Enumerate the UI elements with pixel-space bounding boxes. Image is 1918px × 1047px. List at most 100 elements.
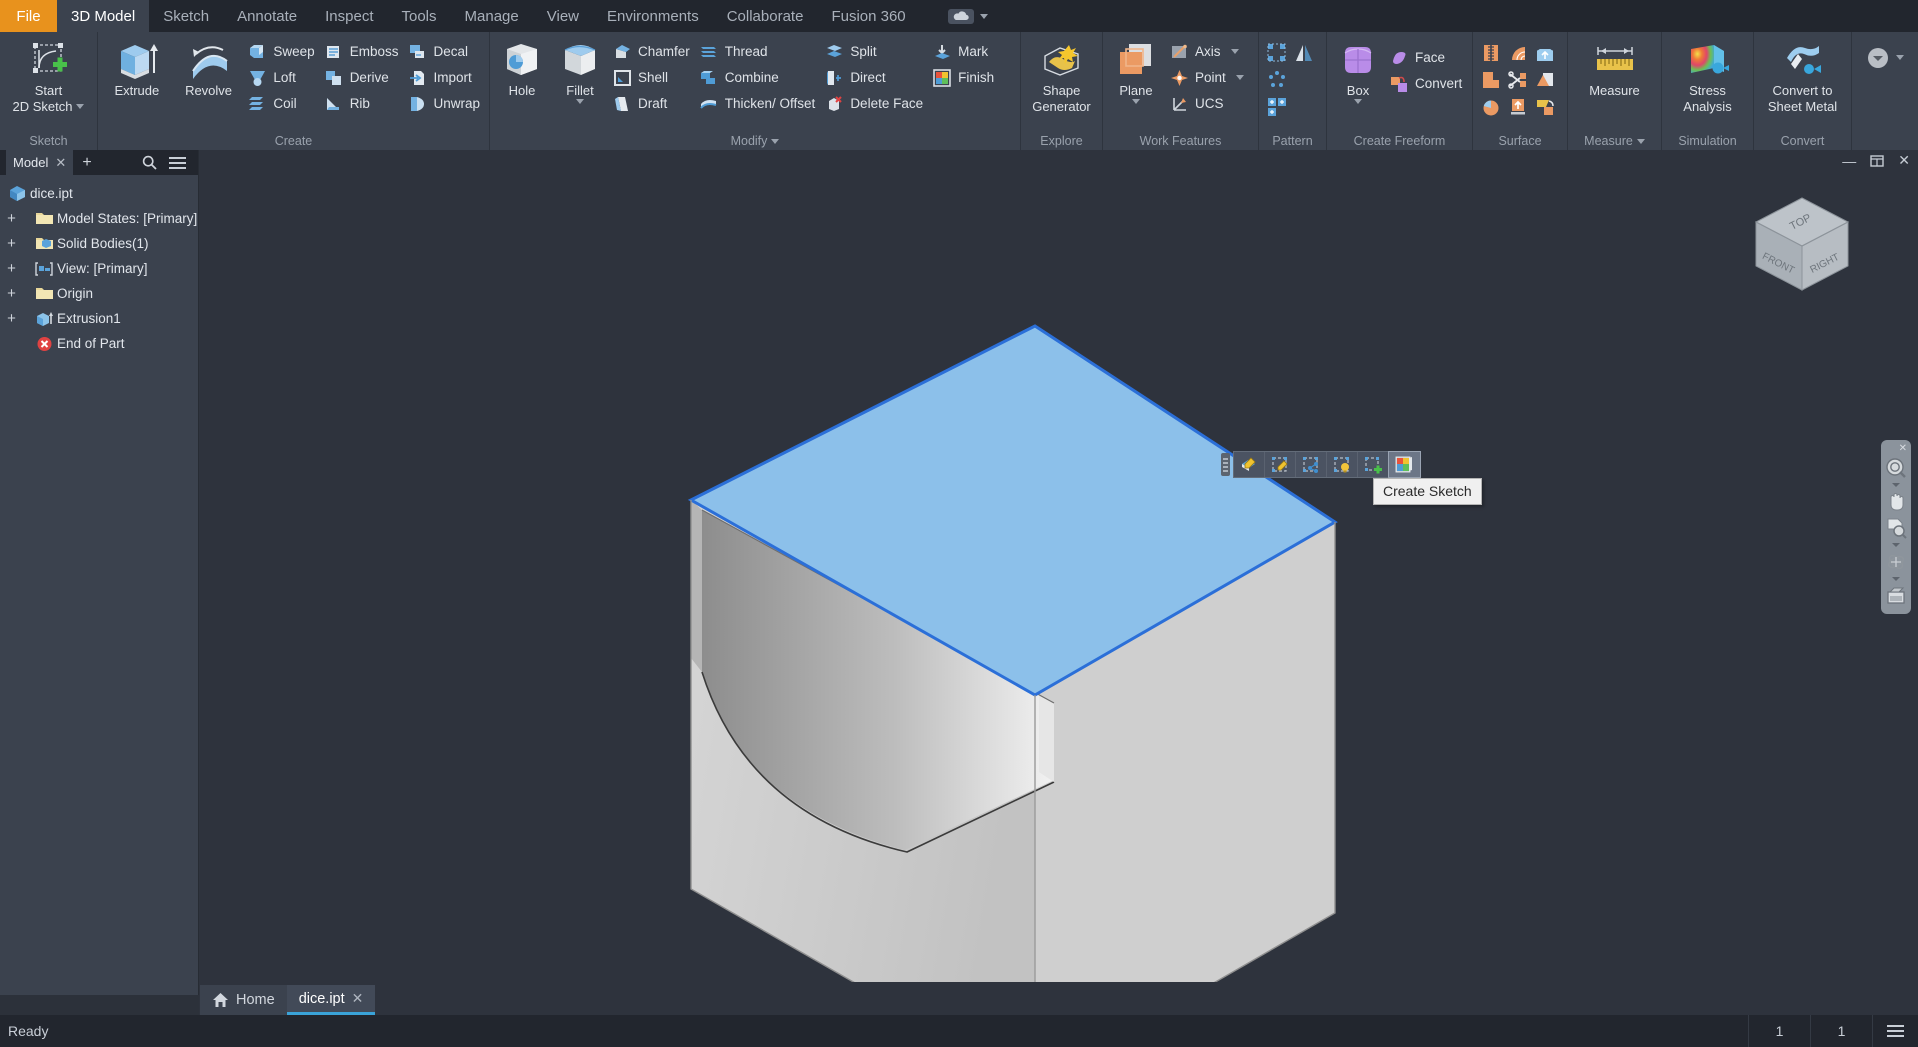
chevron-down-icon[interactable]	[1892, 543, 1900, 547]
thicken-offset-button[interactable]: Thicken/ Offset	[696, 91, 822, 116]
sweep-button[interactable]: Sweep	[244, 39, 320, 64]
orbit-icon[interactable]	[1883, 550, 1909, 574]
create-sketch-icon[interactable]	[1358, 452, 1389, 477]
split-button[interactable]: Split	[821, 39, 929, 64]
expander-icon[interactable]: +	[4, 210, 19, 227]
combine-button[interactable]: Combine	[696, 65, 822, 90]
chevron-down-icon[interactable]	[1235, 75, 1244, 80]
pan-hand-icon[interactable]	[1883, 490, 1909, 514]
browser-tab-model[interactable]: Model ✕	[6, 150, 74, 175]
revolve-button[interactable]: Revolve	[173, 37, 245, 101]
ribbon-tab-collaborate[interactable]: Collaborate	[713, 0, 818, 32]
decal-button[interactable]: Decal	[404, 39, 486, 64]
ribbon-tab-tools[interactable]: Tools	[388, 0, 451, 32]
coil-button[interactable]: Coil	[244, 91, 320, 116]
stress-analysis-button[interactable]: Stress Analysis	[1666, 37, 1750, 117]
tree-item-extrusion1[interactable]: + Extrusion1	[0, 306, 198, 331]
hamburger-icon[interactable]	[1887, 1025, 1904, 1037]
close-icon[interactable]: ✕	[1898, 152, 1910, 169]
tree-item-origin[interactable]: + Origin	[0, 281, 198, 306]
fillet-button[interactable]: Fillet	[551, 37, 609, 107]
rib-button[interactable]: Rib	[321, 91, 405, 116]
expander-icon[interactable]: +	[4, 260, 19, 277]
axis-button[interactable]: Axis	[1166, 39, 1250, 64]
ribbon-tab-manage[interactable]: Manage	[451, 0, 533, 32]
measure-button[interactable]: Measure	[1572, 37, 1658, 101]
cloud-status-group[interactable]	[938, 0, 998, 32]
freeform-face-button[interactable]: Face	[1386, 45, 1468, 70]
close-icon[interactable]: ✕	[55, 155, 66, 171]
mirror-icon[interactable]	[1291, 40, 1316, 65]
drag-grip-icon[interactable]	[1221, 453, 1230, 476]
unwrap-button[interactable]: Unwrap	[404, 91, 486, 116]
appearance-dropdown-icon[interactable]	[1866, 46, 1890, 70]
minimize-icon[interactable]: ―	[1842, 153, 1856, 169]
appearance-icon[interactable]	[1388, 451, 1421, 478]
chevron-down-icon[interactable]	[1230, 49, 1239, 54]
draft-button[interactable]: Draft	[609, 91, 696, 116]
extend-icon[interactable]	[1478, 67, 1503, 92]
replace-face-icon[interactable]	[1505, 94, 1530, 119]
menu-file[interactable]: File	[0, 0, 57, 32]
edit-face-icon[interactable]	[1234, 452, 1265, 477]
shape-generator-button[interactable]: Shape Generator	[1024, 37, 1099, 117]
import-button[interactable]: Import	[404, 65, 486, 90]
delete-face-button[interactable]: Delete Face	[821, 91, 929, 116]
share-sketch-icon[interactable]	[1296, 452, 1327, 477]
hamburger-icon[interactable]	[169, 156, 186, 169]
copy-surface-icon[interactable]	[1532, 94, 1557, 119]
ruled-surface-icon[interactable]	[1532, 67, 1557, 92]
expander-icon[interactable]: +	[4, 310, 19, 327]
chevron-down-icon[interactable]	[1892, 483, 1900, 487]
sculpt-icon[interactable]	[1505, 40, 1530, 65]
rectangular-pattern-icon[interactable]	[1264, 40, 1289, 65]
restore-icon[interactable]	[1870, 154, 1884, 168]
ribbon-tab-fusion-360[interactable]: Fusion 360	[817, 0, 919, 32]
document-tab-home[interactable]: Home	[200, 985, 287, 1015]
derive-button[interactable]: Derive	[321, 65, 405, 90]
document-tab-dice-ipt[interactable]: dice.ipt ✕	[286, 985, 376, 1015]
ribbon-tab-sketch[interactable]: Sketch	[149, 0, 223, 32]
direct-button[interactable]: Direct	[821, 65, 929, 90]
freeform-convert-button[interactable]: Convert	[1386, 71, 1468, 96]
view-cube[interactable]: TOP FRONT RIGHT	[1746, 192, 1858, 300]
trim-surface-icon[interactable]	[1505, 67, 1530, 92]
edit-sketch-icon[interactable]	[1265, 452, 1296, 477]
tree-item-solid-bodies[interactable]: + Solid Bodies(1)	[0, 231, 198, 256]
hole-button[interactable]: Hole	[493, 37, 551, 101]
ribbon-tab-3d-model[interactable]: 3D Model	[57, 0, 150, 32]
convert-sheet-metal-button[interactable]: Convert to Sheet Metal	[1757, 37, 1848, 117]
extrude-button[interactable]: Extrude	[101, 37, 173, 101]
zoom-icon[interactable]	[1883, 456, 1909, 480]
tree-item-view[interactable]: + View: [Primary]	[0, 256, 198, 281]
ribbon-tab-inspect[interactable]: Inspect	[311, 0, 387, 32]
ucs-button[interactable]: UCS	[1166, 91, 1250, 116]
close-icon[interactable]: ✕	[352, 990, 364, 1007]
plus-icon[interactable]: +	[82, 154, 91, 172]
point-button[interactable]: Point	[1166, 65, 1250, 90]
status-menu-button[interactable]	[1872, 1015, 1918, 1047]
close-icon[interactable]: ✕	[1899, 444, 1907, 454]
finish-button[interactable]: Finish	[929, 65, 1000, 90]
chevron-down-icon[interactable]	[1896, 55, 1904, 60]
ribbon-tab-view[interactable]: View	[533, 0, 593, 32]
chevron-down-icon[interactable]	[1892, 577, 1900, 581]
expander-icon[interactable]: +	[4, 285, 19, 302]
circular-pattern-icon[interactable]	[1264, 67, 1289, 92]
start-2d-sketch-button[interactable]: Start 2D Sketch	[11, 37, 87, 117]
face-mini-toolbar[interactable]	[1221, 451, 1421, 478]
shell-button[interactable]: Shell	[609, 65, 696, 90]
chevron-down-icon[interactable]	[1636, 139, 1645, 144]
plane-button[interactable]: Plane	[1106, 37, 1166, 107]
chevron-down-icon[interactable]	[771, 139, 780, 144]
stitch-icon[interactable]	[1478, 40, 1503, 65]
search-icon[interactable]	[142, 155, 157, 170]
thread-button[interactable]: Thread	[696, 39, 822, 64]
emboss-button[interactable]: Emboss	[321, 39, 405, 64]
patch-icon[interactable]	[1532, 40, 1557, 65]
tree-item-dice-ipt[interactable]: dice.ipt	[0, 181, 198, 206]
tree-item-model-states[interactable]: + Model States: [Primary]	[0, 206, 198, 231]
sketch-driven-pattern-icon[interactable]	[1264, 94, 1289, 119]
dice-part-model[interactable]	[199, 150, 1918, 995]
sketch-visibility-icon[interactable]	[1327, 452, 1358, 477]
